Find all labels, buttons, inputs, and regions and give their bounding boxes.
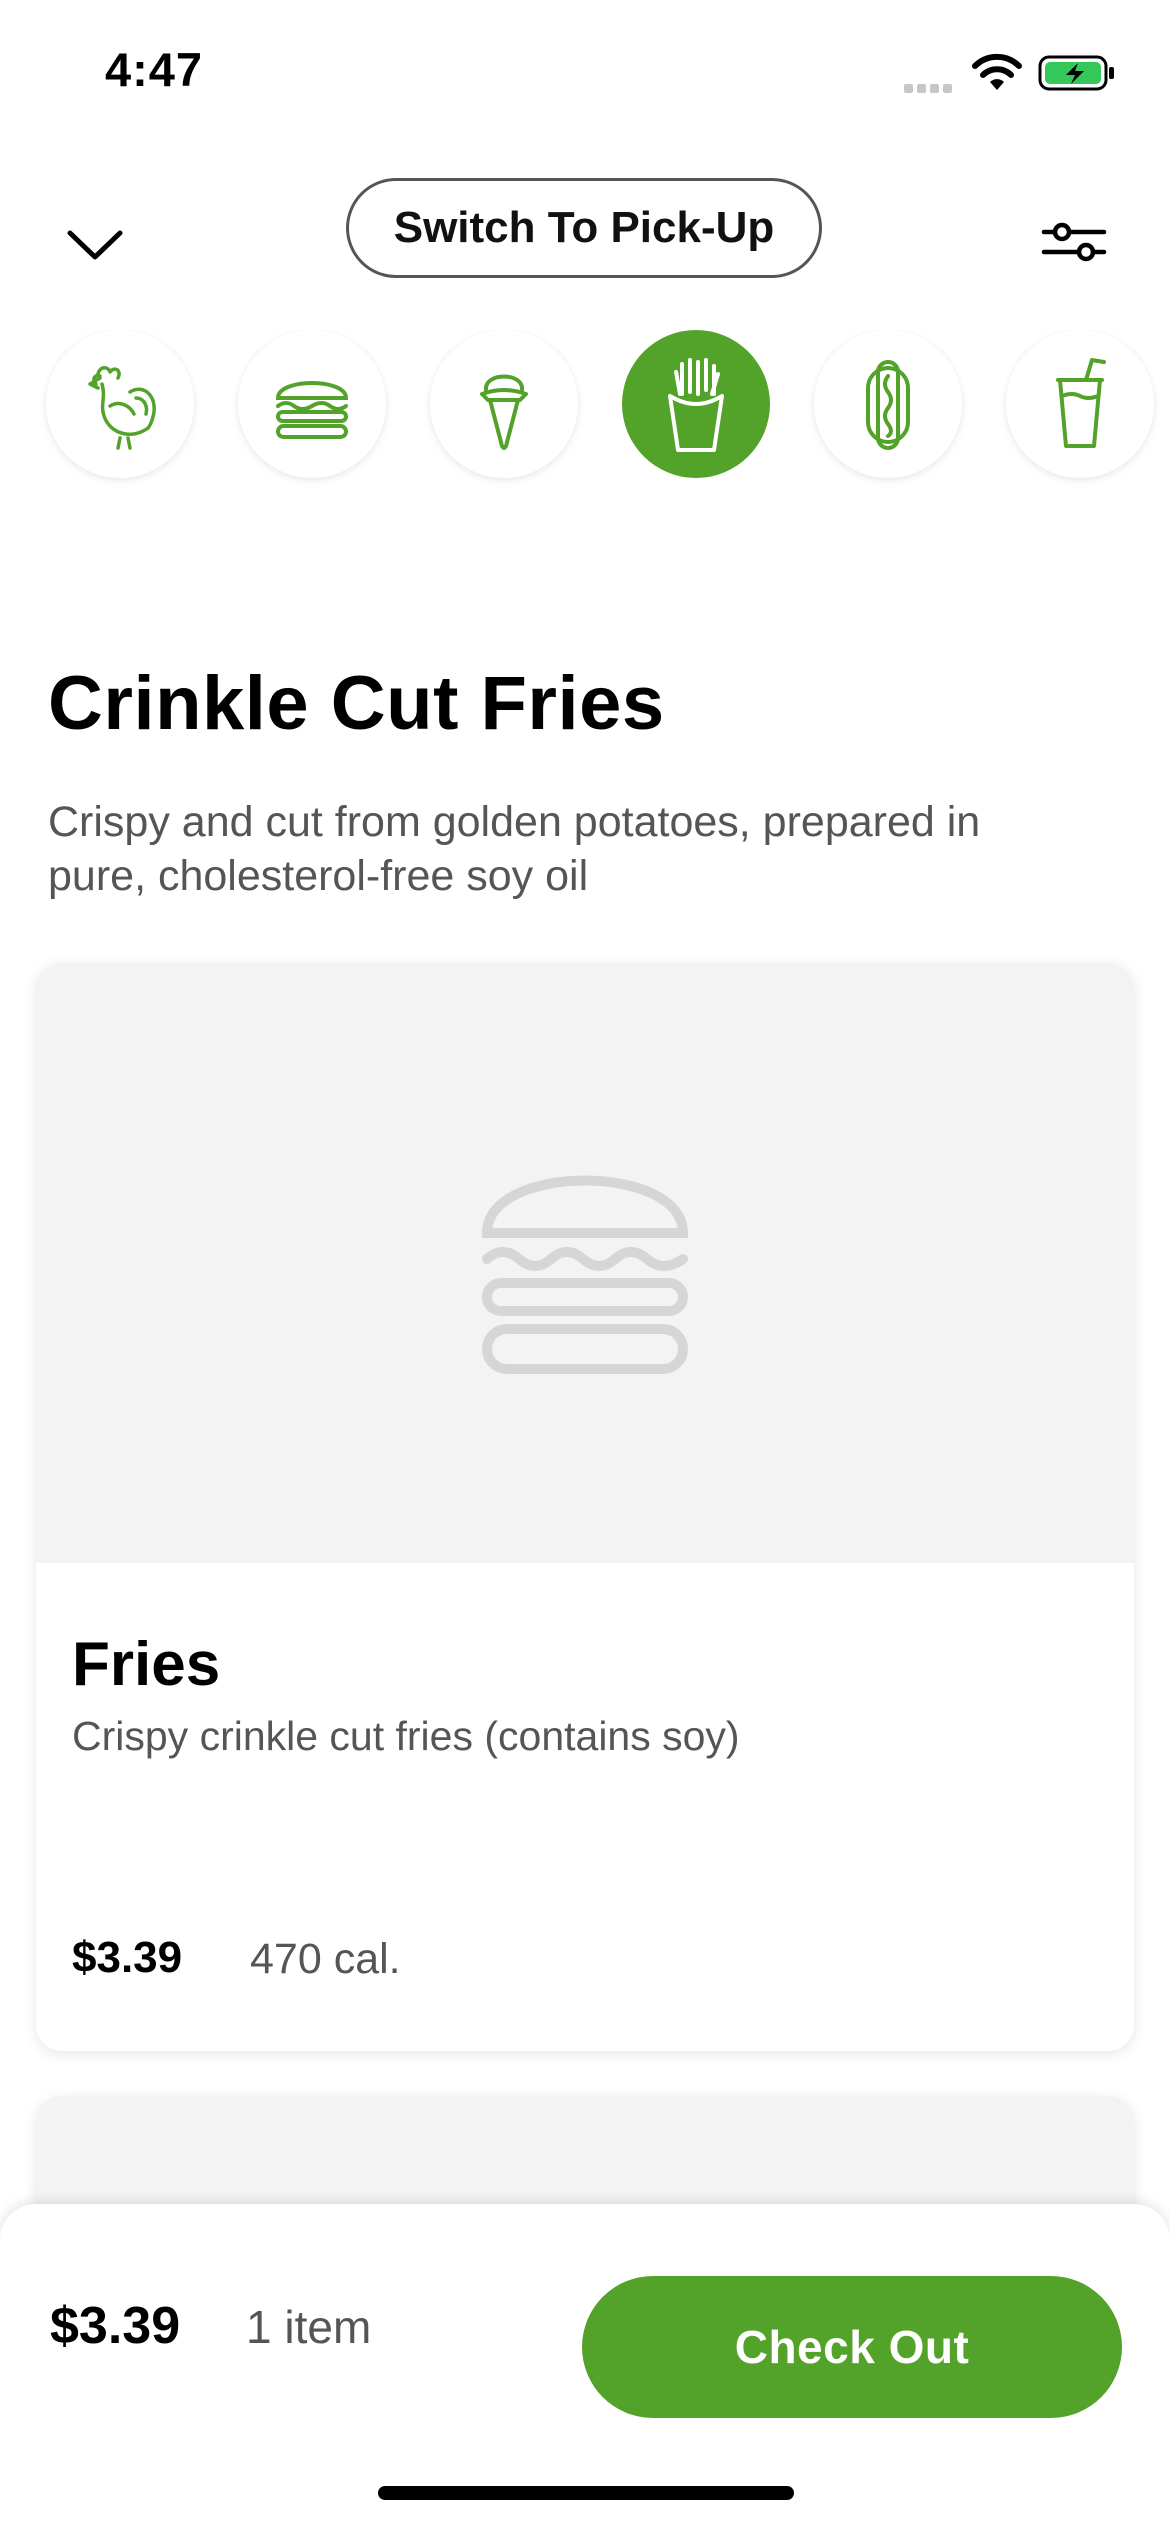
status-bar: 4:47 xyxy=(0,0,1170,140)
filter-sliders-icon[interactable] xyxy=(1040,212,1108,272)
checkout-button[interactable]: Check Out xyxy=(582,2276,1122,2418)
burger-icon xyxy=(275,381,349,439)
item-image-placeholder xyxy=(36,963,1134,1563)
cart-bar: $3.39 1 item Check Out xyxy=(0,2204,1170,2532)
category-chicken[interactable] xyxy=(46,330,194,478)
section-description: Crispy and cut from golden potatoes, pre… xyxy=(48,798,981,900)
section-title: Crinkle Cut Fries xyxy=(48,661,665,746)
cart-total: $3.39 xyxy=(50,2297,181,2355)
fries-icon xyxy=(668,358,724,452)
category-hot-dogs[interactable] xyxy=(814,330,962,478)
cart-item-count: 1 item xyxy=(246,2301,372,2353)
category-selector xyxy=(0,330,1170,490)
item-calories: 470 cal. xyxy=(250,1935,401,1983)
chicken-icon xyxy=(88,366,156,450)
item-price: $3.39 xyxy=(72,1933,183,1982)
menu-item-card[interactable]: Fries Crispy crinkle cut fries (contains… xyxy=(36,963,1134,2051)
category-burgers[interactable] xyxy=(238,330,386,478)
category-fries[interactable] xyxy=(622,330,770,478)
wifi-icon xyxy=(972,53,1022,90)
battery-icon xyxy=(1038,55,1114,91)
status-time: 4:47 xyxy=(105,43,204,96)
hot-dog-icon xyxy=(866,360,910,450)
ice-cream-icon xyxy=(480,374,528,450)
chevron-down-icon[interactable] xyxy=(60,215,130,275)
drink-cup-icon xyxy=(1056,358,1106,448)
category-drinks[interactable] xyxy=(1006,330,1154,478)
top-bar: Switch To Pick-Up xyxy=(0,170,1170,290)
category-frozen-custard[interactable] xyxy=(430,330,578,478)
cellular-signal-icon xyxy=(904,80,960,93)
home-indicator xyxy=(378,2486,794,2500)
switch-to-pickup-button[interactable]: Switch To Pick-Up xyxy=(346,178,822,278)
item-description: Crispy crinkle cut fries (contains soy) xyxy=(72,1713,740,1759)
burger-placeholder-icon xyxy=(481,1175,689,1374)
item-name: Fries xyxy=(72,1630,221,1699)
